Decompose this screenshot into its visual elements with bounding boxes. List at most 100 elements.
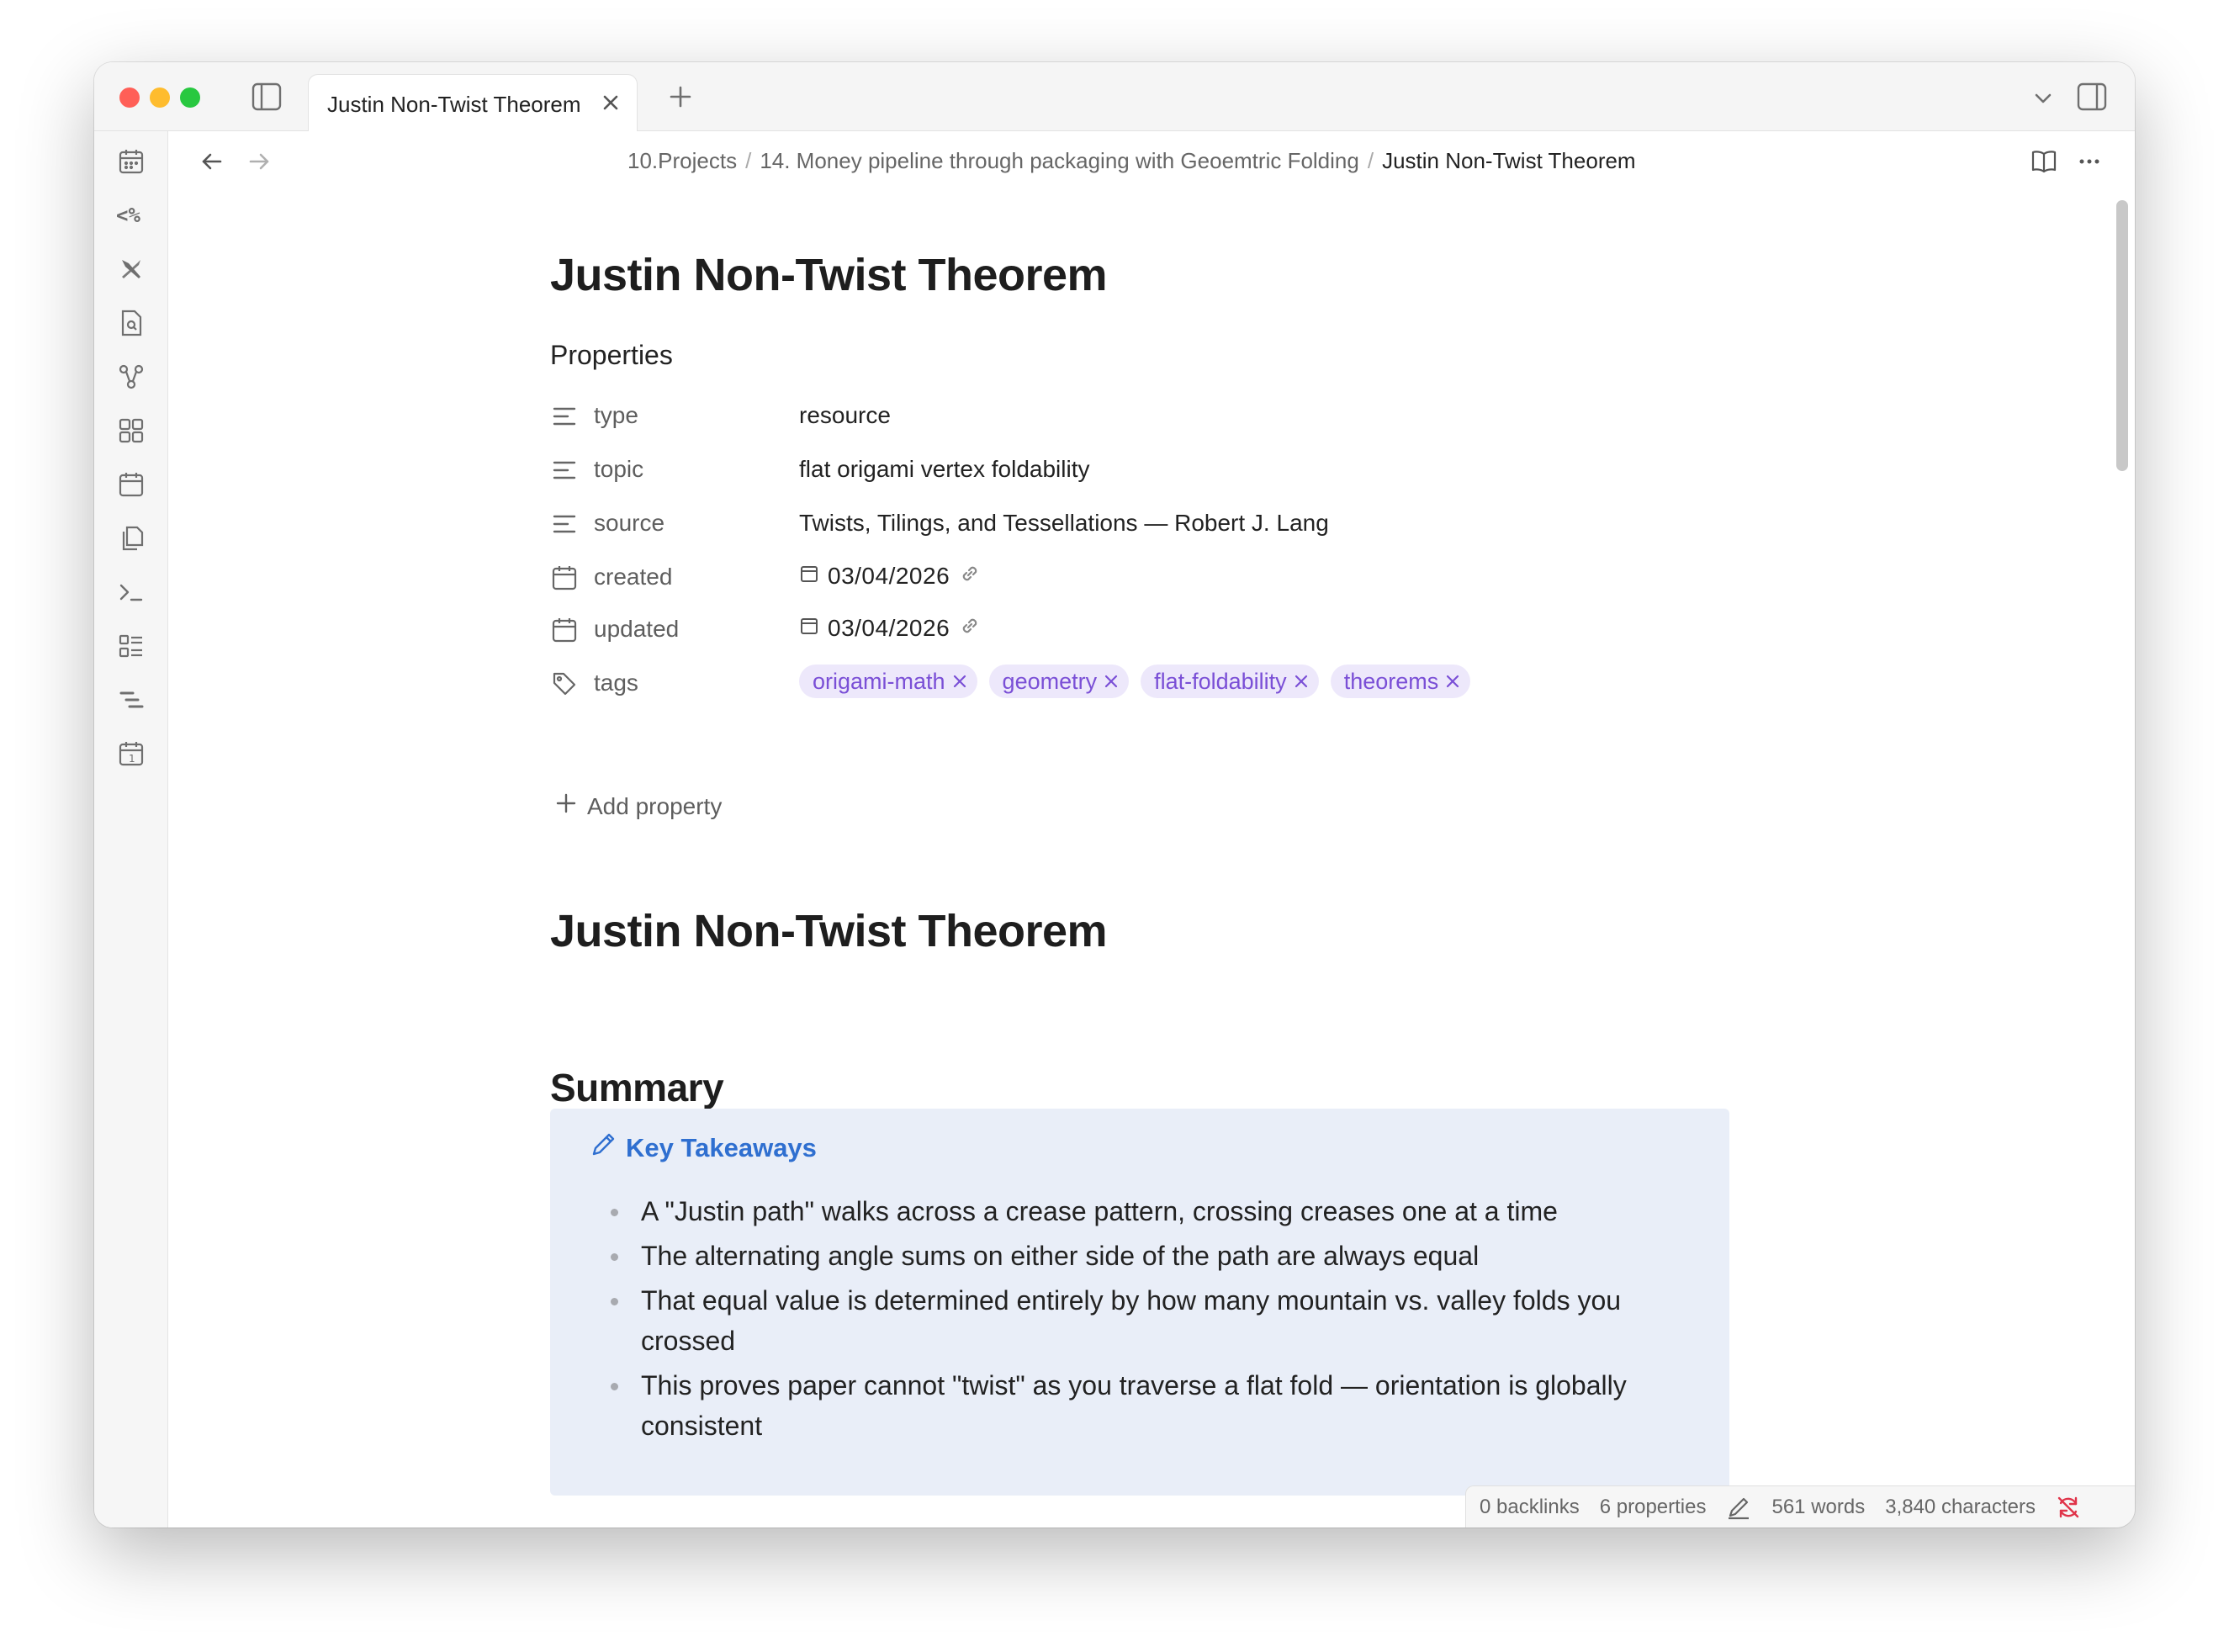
- property-key[interactable]: created: [594, 564, 672, 590]
- callout-key-takeaways[interactable]: Key Takeaways A "Justin path" walks acro…: [550, 1109, 1729, 1496]
- checklist-icon[interactable]: [116, 631, 146, 661]
- text-lines-icon: [550, 456, 579, 484]
- calendar-icon[interactable]: [116, 469, 146, 500]
- breadcrumb-item-projects[interactable]: 10.Projects: [627, 148, 737, 173]
- property-value[interactable]: flat origami vertex foldability: [799, 456, 1089, 483]
- link-icon[interactable]: [958, 614, 982, 642]
- tag-pill[interactable]: theorems: [1330, 665, 1471, 698]
- date-value[interactable]: 03/04/2026: [799, 562, 982, 590]
- tag-icon: [550, 670, 579, 698]
- date-text[interactable]: 03/04/2026: [828, 563, 950, 590]
- svg-text:1: 1: [129, 753, 135, 765]
- tab-active[interactable]: Justin Non-Twist Theorem: [308, 74, 638, 131]
- breadcrumb-separator: /: [1367, 148, 1374, 173]
- property-row-tags[interactable]: tags origami-math geometry flat-foldabil…: [550, 665, 1728, 707]
- plus-icon: [555, 792, 577, 820]
- property-row-updated[interactable]: updated 03/04/2026: [550, 611, 1728, 653]
- property-key[interactable]: topic: [594, 456, 643, 483]
- tab-title: Justin Non-Twist Theorem: [327, 92, 581, 117]
- backlinks-count[interactable]: 0 backlinks: [1480, 1496, 1580, 1519]
- left-sidebar-toggle-icon[interactable]: [251, 81, 283, 113]
- tab-bar: Justin Non-Twist Theorem: [94, 62, 2135, 131]
- breadcrumb-separator: /: [745, 148, 752, 173]
- close-window-button[interactable]: [119, 87, 140, 108]
- close-icon[interactable]: [950, 672, 969, 691]
- date-text[interactable]: 03/04/2026: [828, 615, 950, 642]
- reading-view-book-icon[interactable]: [2029, 146, 2059, 177]
- tag-label[interactable]: flat-foldability: [1154, 669, 1287, 695]
- forward-arrow-icon[interactable]: [244, 146, 274, 177]
- callout-title-text: Key Takeaways: [626, 1133, 817, 1162]
- summary-heading[interactable]: Summary: [550, 1065, 724, 1110]
- link-icon[interactable]: [958, 562, 982, 590]
- tag-pill[interactable]: origami-math: [799, 665, 977, 698]
- callout-title[interactable]: Key Takeaways: [589, 1130, 817, 1166]
- close-icon[interactable]: [1292, 672, 1310, 691]
- calendar-day-icon[interactable]: 1: [116, 739, 146, 769]
- breadcrumb-item-current[interactable]: Justin Non-Twist Theorem: [1382, 148, 1636, 173]
- zoom-window-button[interactable]: [180, 87, 200, 108]
- tag-label[interactable]: geometry: [1003, 669, 1098, 695]
- daily-calendar-icon[interactable]: [116, 146, 146, 177]
- pencil-icon: [589, 1130, 617, 1166]
- property-key[interactable]: updated: [594, 616, 679, 643]
- new-tab-plus-icon[interactable]: [666, 82, 695, 111]
- minimize-window-button[interactable]: [150, 87, 170, 108]
- list-item[interactable]: The alternating angle sums on either sid…: [611, 1236, 1670, 1276]
- property-key[interactable]: source: [594, 510, 664, 537]
- breadcrumb: 10.Projects / 14. Money pipeline through p…: [627, 148, 1636, 174]
- templater-icon[interactable]: <%: [116, 200, 146, 230]
- property-row-topic[interactable]: topic flat origami vertex foldability: [550, 451, 1728, 493]
- app-window: Justin Non-Twist Theorem <% 1 10.Project…: [94, 62, 2135, 1528]
- right-sidebar-toggle-icon[interactable]: [2076, 81, 2108, 113]
- note-inline-title[interactable]: Justin Non-Twist Theorem: [550, 249, 1108, 301]
- text-lines-icon: [550, 510, 579, 538]
- properties-heading[interactable]: Properties: [550, 340, 673, 371]
- breadcrumb-item-folder[interactable]: 14. Money pipeline through packaging wit…: [760, 148, 1359, 173]
- list-item[interactable]: A "Justin path" walks across a crease pa…: [611, 1191, 1670, 1231]
- properties-count[interactable]: 6 properties: [1600, 1496, 1707, 1519]
- tag-label[interactable]: origami-math: [813, 669, 945, 695]
- list-item[interactable]: That equal value is determined entirely …: [611, 1280, 1670, 1361]
- property-value[interactable]: Twists, Tilings, and Tessellations — Rob…: [799, 510, 1329, 537]
- tag-pill[interactable]: flat-foldability: [1141, 665, 1319, 698]
- add-property-label: Add property: [587, 792, 723, 819]
- takeaways-list: A "Justin path" walks across a crease pa…: [611, 1191, 1670, 1450]
- file-search-icon[interactable]: [116, 308, 146, 338]
- property-value[interactable]: resource: [799, 402, 891, 429]
- calendar-icon: [550, 616, 579, 644]
- tag-label[interactable]: theorems: [1344, 669, 1439, 695]
- canvas-blocks-icon[interactable]: [116, 416, 146, 446]
- tag-list: origami-math geometry flat-foldability t…: [799, 665, 1471, 698]
- list-item[interactable]: This proves paper cannot "twist" as you …: [611, 1365, 1670, 1446]
- chevron-down-icon[interactable]: [2029, 84, 2057, 113]
- property-key[interactable]: tags: [594, 670, 638, 696]
- terminal-icon[interactable]: [116, 577, 146, 607]
- property-row-created[interactable]: created 03/04/2026: [550, 559, 1728, 601]
- date-value[interactable]: 03/04/2026: [799, 614, 982, 642]
- close-icon[interactable]: [1102, 672, 1120, 691]
- calendar-icon: [550, 564, 579, 592]
- more-options-icon[interactable]: [2074, 146, 2105, 177]
- svg-text:<%: <%: [116, 204, 140, 227]
- ribbon-sidebar: <% 1: [94, 131, 168, 1528]
- property-row-type[interactable]: type resource: [550, 397, 1728, 439]
- small-calendar-icon: [799, 564, 819, 588]
- outline-icon[interactable]: [116, 685, 146, 715]
- excalidraw-icon[interactable]: [116, 254, 146, 284]
- add-property-button[interactable]: Add property: [555, 792, 722, 820]
- copy-files-icon[interactable]: [116, 523, 146, 553]
- text-lines-icon: [550, 402, 579, 431]
- graph-view-icon[interactable]: [116, 362, 146, 392]
- close-icon[interactable]: [598, 90, 623, 115]
- back-arrow-icon[interactable]: [197, 146, 227, 177]
- property-row-source[interactable]: source Twists, Tilings, and Tessellation…: [550, 505, 1728, 547]
- scrollbar-thumb[interactable]: [2116, 200, 2128, 471]
- body-heading-title[interactable]: Justin Non-Twist Theorem: [550, 905, 1108, 957]
- sync-error-icon[interactable]: [2056, 1495, 2081, 1520]
- edit-mode-pencil-icon[interactable]: [1726, 1495, 1751, 1520]
- property-key[interactable]: type: [594, 402, 638, 429]
- character-count: 3,840 characters: [1885, 1495, 2036, 1518]
- close-icon[interactable]: [1443, 672, 1462, 691]
- tag-pill[interactable]: geometry: [988, 665, 1130, 698]
